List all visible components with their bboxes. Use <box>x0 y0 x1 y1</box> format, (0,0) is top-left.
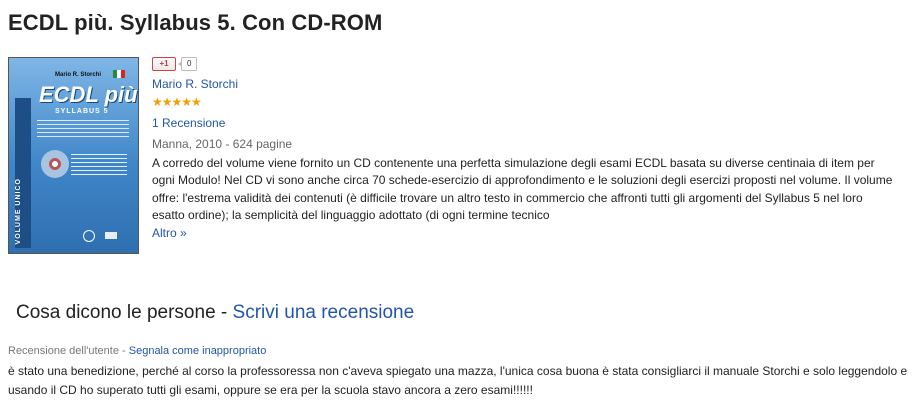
cover-text-lines <box>37 120 129 138</box>
publisher-info: Manna, 2010 - 624 pagine <box>152 137 293 151</box>
google-plus-icon: +1 <box>159 58 169 68</box>
reviews-heading-text: Cosa dicono le persone <box>16 302 216 323</box>
rating-stars-icon: ★★★★★ <box>152 95 202 109</box>
book-description: A corredo del volume viene fornito un CD… <box>152 155 898 242</box>
review-label: Recensione dell'utente <box>8 345 119 357</box>
flag-icon <box>113 70 125 78</box>
review-meta-separator: - <box>118 345 129 357</box>
publisher-logo-icon <box>83 230 95 242</box>
review-text: è stato una benedizione, perché al corso… <box>8 364 908 397</box>
cover-subtitle: SYLLABUS 5 <box>55 108 109 115</box>
heading-separator: - <box>215 302 233 323</box>
publisher-mark-icon <box>105 232 117 239</box>
book-cover-image[interactable]: VOLUME UNICO Mario R. Storchi ECDL più S… <box>8 57 139 254</box>
reviews-count-link[interactable]: 1 Recensione <box>152 116 225 130</box>
description-text: A corredo del volume viene fornito un CD… <box>152 156 893 223</box>
author-link[interactable]: Mario R. Storchi <box>152 77 238 91</box>
cd-icon <box>41 150 69 178</box>
cover-author: Mario R. Storchi <box>55 72 102 78</box>
cover-cd-text-lines <box>71 154 127 178</box>
plus-one-count: 0 <box>177 56 198 71</box>
reviews-section-heading: Cosa dicono le persone - Scrivi una rece… <box>16 302 414 324</box>
google-plus-one-button[interactable]: +1 <box>152 56 176 71</box>
report-inappropriate-link[interactable]: Segnala come inappropriato <box>129 345 267 357</box>
write-review-link[interactable]: Scrivi una recensione <box>233 302 415 323</box>
social-share: +1 0 <box>152 56 198 71</box>
review-meta: Recensione dell'utente - Segnala come in… <box>8 345 266 357</box>
cover-spine-text: VOLUME UNICO <box>15 178 22 245</box>
cover-title: ECDL più <box>39 82 138 107</box>
more-link[interactable]: Altro » <box>152 226 187 240</box>
book-title: ECDL più. Syllabus 5. Con CD-ROM <box>8 10 383 35</box>
